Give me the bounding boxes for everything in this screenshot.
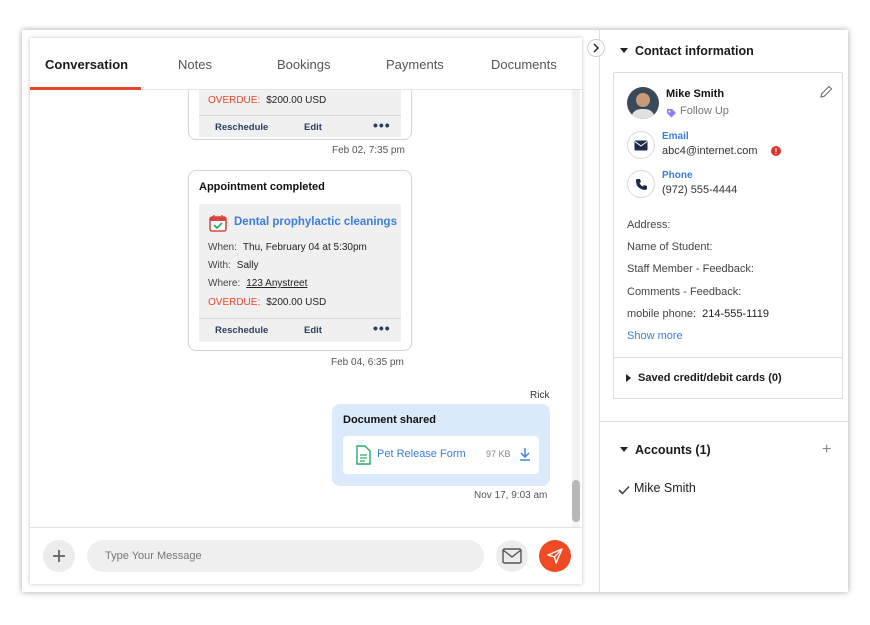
with-row: With: Sally bbox=[208, 260, 259, 271]
conversation-panel: Conversation Notes Bookings Payments Doc… bbox=[30, 38, 582, 584]
message-timestamp: Feb 02, 7:35 pm bbox=[332, 145, 405, 156]
caret-right-icon[interactable] bbox=[626, 374, 631, 382]
where-row: Where: 123 Anystreet bbox=[208, 278, 308, 289]
edit-button[interactable]: Edit bbox=[304, 122, 322, 133]
message-composer bbox=[30, 527, 582, 584]
sender-name: Rick bbox=[530, 390, 550, 401]
contact-section-title[interactable]: Contact information bbox=[635, 44, 754, 58]
phone-value[interactable]: (972) 555-4444 bbox=[662, 184, 737, 196]
app-window: Conversation Notes Bookings Payments Doc… bbox=[22, 30, 848, 592]
phone-icon-button bbox=[627, 170, 655, 198]
student-field: Name of Student: bbox=[627, 241, 713, 253]
checkmark-icon bbox=[618, 485, 630, 495]
appointment-details: Dental prophylactic cleanings When: Thu, … bbox=[199, 204, 401, 342]
accounts-section-title[interactable]: Accounts (1) bbox=[635, 443, 711, 457]
document-attachment[interactable]: Pet Release Form 97 KB bbox=[343, 436, 539, 474]
thread-scrollbar[interactable] bbox=[572, 90, 580, 527]
email-value[interactable]: abc4@internet.com bbox=[662, 145, 758, 157]
appointment-actions: Reschedule Edit ••• bbox=[199, 318, 401, 340]
show-more-link[interactable]: Show more bbox=[627, 330, 683, 342]
mobile-phone-field: mobile phone: 214-555-1119 bbox=[627, 308, 769, 320]
appointment-card: Appointment completed Dental prophylacti… bbox=[188, 170, 412, 351]
message-timestamp: Nov 17, 9:03 am bbox=[474, 490, 548, 501]
avatar bbox=[627, 87, 659, 119]
appointment-details: OVERDUE: $200.00 USD Reschedule Edit ••• bbox=[199, 90, 401, 137]
overdue-row: OVERDUE: $200.00 USD bbox=[208, 297, 327, 308]
contact-name: Mike Smith bbox=[666, 88, 725, 100]
chevron-right-icon bbox=[593, 43, 600, 53]
send-icon bbox=[547, 548, 563, 564]
divider bbox=[600, 421, 848, 422]
collapse-panel-button[interactable] bbox=[587, 39, 605, 57]
envelope-icon bbox=[502, 548, 522, 564]
scrollbar-thumb[interactable] bbox=[572, 480, 580, 522]
warning-icon: ! bbox=[771, 146, 781, 156]
tab-payments[interactable]: Payments bbox=[386, 57, 444, 72]
tab-bookings[interactable]: Bookings bbox=[277, 57, 330, 72]
file-document-icon bbox=[355, 445, 371, 470]
phone-icon bbox=[635, 178, 647, 190]
document-title: Document shared bbox=[343, 414, 436, 426]
email-channel-button[interactable] bbox=[496, 540, 528, 572]
message-thread[interactable]: OVERDUE: $200.00 USD Reschedule Edit ••• … bbox=[30, 90, 582, 527]
appointment-card-title: Appointment completed bbox=[199, 181, 325, 193]
staff-feedback-field: Staff Member - Feedback: bbox=[627, 263, 754, 275]
edit-button[interactable]: Edit bbox=[304, 325, 322, 336]
when-row: When: Thu, February 04 at 5:30pm bbox=[208, 242, 367, 253]
message-timestamp: Feb 04, 6:35 pm bbox=[331, 357, 404, 368]
appointment-name[interactable]: Dental prophylactic cleanings bbox=[234, 216, 397, 228]
more-options-button[interactable]: ••• bbox=[373, 320, 391, 336]
plus-icon bbox=[53, 550, 65, 562]
address-field: Address: bbox=[627, 219, 671, 231]
tab-documents[interactable]: Documents bbox=[491, 57, 557, 72]
comments-feedback-field: Comments - Feedback: bbox=[627, 286, 742, 298]
message-input[interactable] bbox=[87, 540, 484, 572]
download-icon[interactable] bbox=[519, 447, 531, 466]
divider bbox=[614, 357, 842, 358]
caret-down-icon[interactable] bbox=[620, 48, 628, 54]
tag-icon bbox=[666, 106, 677, 124]
add-account-icon[interactable]: + bbox=[822, 442, 831, 458]
contact-card: Mike Smith Follow Up Email abc4@internet… bbox=[613, 72, 843, 399]
file-size: 97 KB bbox=[486, 449, 511, 459]
contact-tag[interactable]: Follow Up bbox=[680, 105, 729, 117]
where-link[interactable]: 123 Anystreet bbox=[246, 278, 307, 289]
reschedule-button[interactable]: Reschedule bbox=[215, 122, 268, 133]
reschedule-button[interactable]: Reschedule bbox=[215, 325, 268, 336]
appointment-actions: Reschedule Edit ••• bbox=[199, 115, 401, 137]
more-options-button[interactable]: ••• bbox=[373, 117, 391, 133]
email-icon-button bbox=[627, 131, 655, 159]
contact-panel: Contact information Mike Smith Follow Up bbox=[599, 30, 848, 592]
account-item[interactable]: Mike Smith bbox=[634, 481, 696, 495]
saved-cards-section[interactable]: Saved credit/debit cards (0) bbox=[638, 372, 782, 384]
email-label: Email bbox=[662, 131, 689, 142]
caret-down-icon[interactable] bbox=[620, 447, 628, 453]
appointment-card-previous: OVERDUE: $200.00 USD Reschedule Edit ••• bbox=[188, 90, 412, 140]
envelope-icon bbox=[634, 140, 648, 150]
document-message: Document shared Pet Release Form 97 KB bbox=[332, 404, 550, 486]
file-name[interactable]: Pet Release Form bbox=[377, 448, 466, 460]
pencil-icon[interactable] bbox=[819, 85, 833, 104]
send-button[interactable] bbox=[539, 540, 571, 572]
calendar-check-icon bbox=[208, 213, 228, 238]
tab-notes[interactable]: Notes bbox=[178, 57, 212, 72]
tab-bar: Conversation Notes Bookings Payments Doc… bbox=[30, 38, 582, 90]
add-attachment-button[interactable] bbox=[43, 540, 75, 572]
overdue-row: OVERDUE: $200.00 USD bbox=[208, 95, 327, 106]
phone-label: Phone bbox=[662, 170, 693, 181]
tab-conversation[interactable]: Conversation bbox=[45, 57, 128, 72]
